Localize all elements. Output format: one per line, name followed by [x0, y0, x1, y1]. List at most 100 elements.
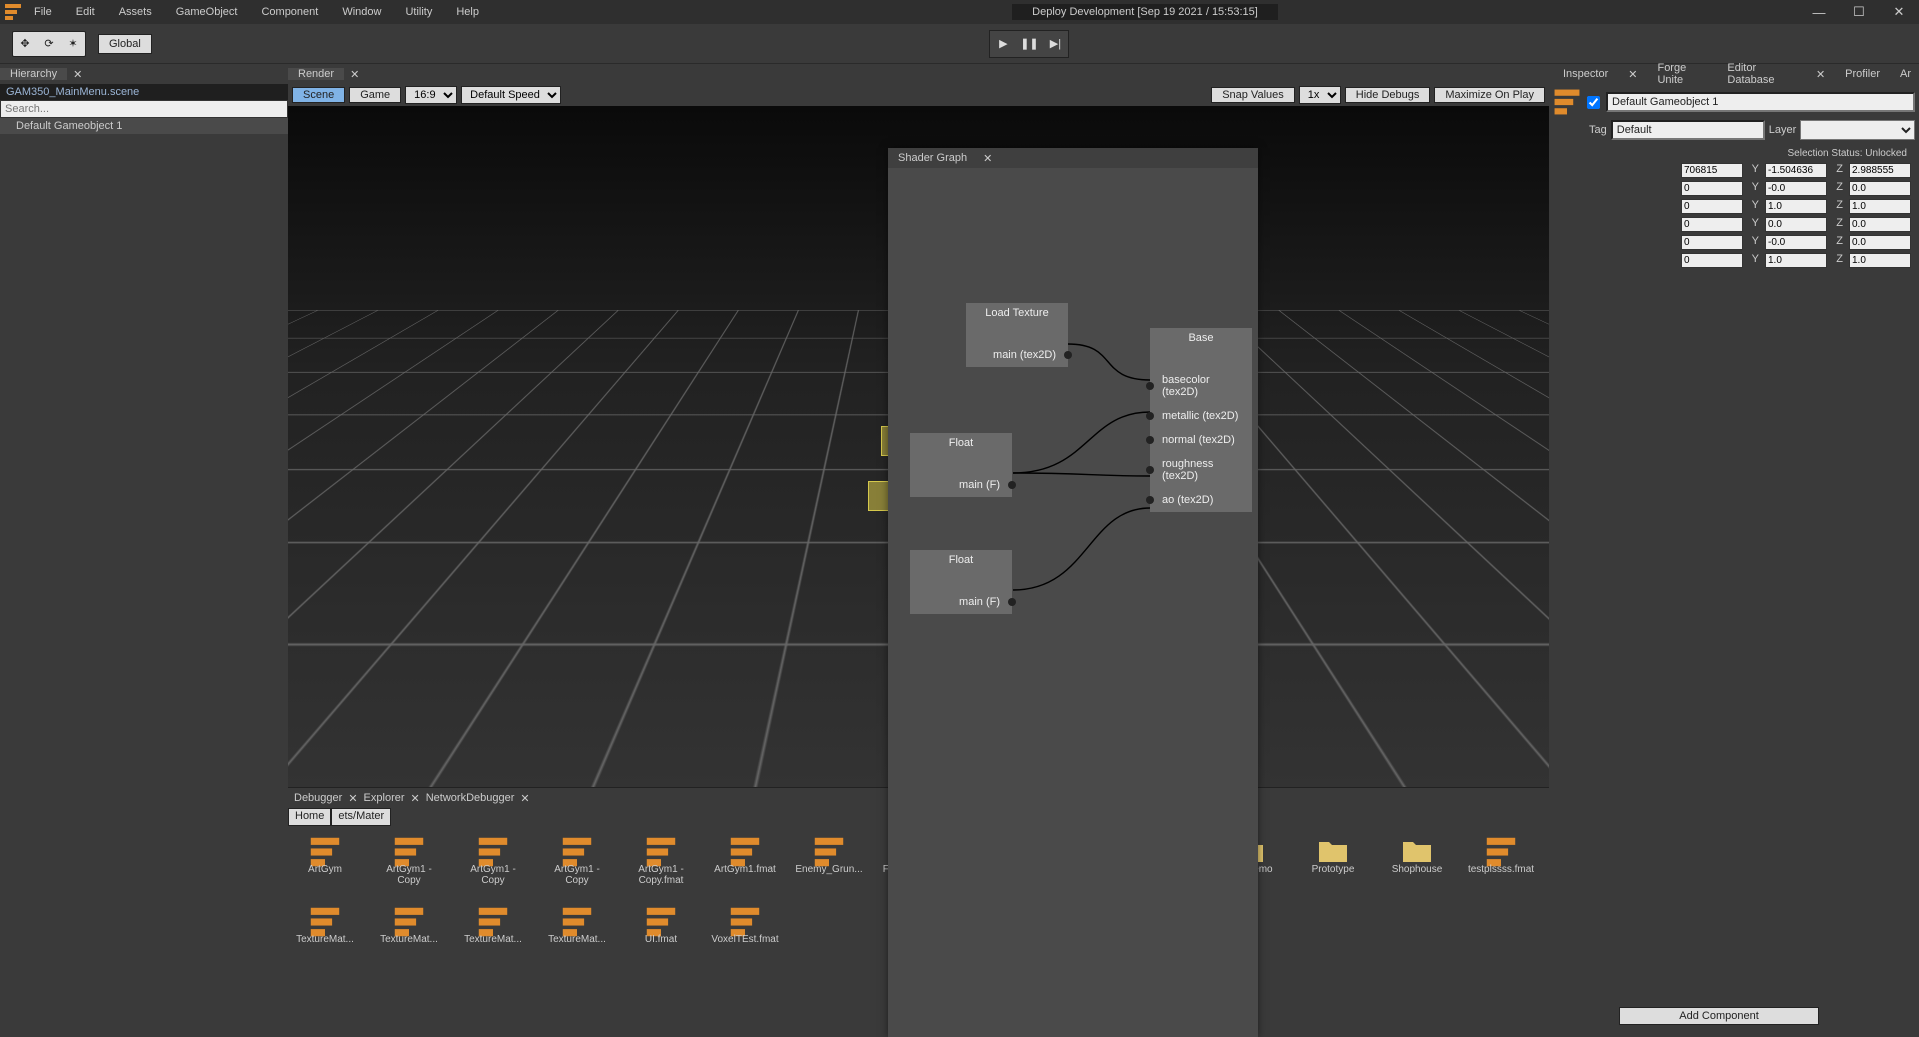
asset-item[interactable]: TextureMat...	[382, 906, 436, 945]
vec-z-input[interactable]	[1849, 217, 1911, 232]
scale-tool-icon[interactable]: ✶	[61, 32, 85, 56]
hierarchy-tab[interactable]: Hierarchy	[0, 68, 67, 80]
menu-edit[interactable]: Edit	[64, 6, 107, 18]
maximize-button[interactable]: ☐	[1839, 4, 1879, 20]
aspect-select[interactable]: 16:9	[405, 86, 457, 104]
vec-z-input[interactable]	[1849, 181, 1911, 196]
output-pin[interactable]	[1008, 598, 1016, 606]
close-icon[interactable]: ✕	[983, 152, 992, 165]
tab-ar[interactable]: Ar	[1892, 68, 1919, 80]
node-output[interactable]: main (F)	[910, 473, 1012, 497]
asset-item[interactable]: ArtGym1 - Copy (2).fmat	[382, 836, 436, 886]
snap-values-button[interactable]: Snap Values	[1211, 87, 1295, 103]
tab-networkdebugger[interactable]: NetworkDebugger	[426, 792, 515, 804]
tab-profiler[interactable]: Profiler	[1837, 68, 1888, 80]
vec-x-input[interactable]	[1681, 181, 1743, 196]
input-pin[interactable]	[1146, 382, 1154, 390]
input-pin[interactable]	[1146, 496, 1154, 504]
node-output[interactable]: main (tex2D)	[966, 343, 1068, 367]
scene-name[interactable]: GAM350_MainMenu.scene	[0, 84, 288, 100]
close-icon[interactable]: ✕	[73, 68, 82, 81]
asset-item[interactable]: Shophouse	[1390, 836, 1444, 886]
vec-y-input[interactable]	[1765, 235, 1827, 250]
game-mode-button[interactable]: Game	[349, 87, 401, 103]
asset-item[interactable]: Prototype	[1306, 836, 1360, 886]
close-icon[interactable]: ✕	[411, 792, 420, 805]
shader-graph-canvas[interactable]: Load Texture main (tex2D) Float main (F)…	[888, 168, 1258, 1037]
coord-space-toggle[interactable]: Global	[98, 34, 152, 54]
node-input[interactable]: basecolor (tex2D)	[1150, 368, 1252, 404]
play-button[interactable]: ▶	[990, 31, 1016, 57]
layer-select[interactable]	[1800, 120, 1915, 140]
asset-item[interactable]: VoxelTEst.fmat	[718, 906, 772, 945]
add-component-button[interactable]: Add Component	[1619, 1007, 1819, 1025]
vec-y-input[interactable]	[1765, 199, 1827, 214]
output-pin[interactable]	[1008, 481, 1016, 489]
input-pin[interactable]	[1146, 436, 1154, 444]
shader-graph-tab[interactable]: Shader Graph	[888, 152, 977, 164]
asset-item[interactable]: Enemy_Grun...	[802, 836, 856, 886]
asset-item[interactable]: TextureMat...	[550, 906, 604, 945]
scene-mode-button[interactable]: Scene	[292, 87, 345, 103]
node-input[interactable]: normal (tex2D)	[1150, 428, 1252, 452]
vec-z-input[interactable]	[1849, 199, 1911, 214]
menu-window[interactable]: Window	[330, 6, 393, 18]
tag-select[interactable]	[1611, 120, 1765, 140]
close-icon[interactable]: ✕	[1808, 68, 1833, 81]
gameobject-active-checkbox[interactable]	[1587, 96, 1600, 109]
asset-item[interactable]: ArtGym1.fmat	[718, 836, 772, 886]
menu-assets[interactable]: Assets	[107, 6, 164, 18]
node-input[interactable]: ao (tex2D)	[1150, 488, 1252, 512]
snap-mult-select[interactable]: 1x	[1299, 86, 1341, 104]
crumb-folder[interactable]: ets/Mater	[331, 808, 391, 826]
output-pin[interactable]	[1064, 351, 1072, 359]
node-output[interactable]: main (F)	[910, 590, 1012, 614]
gameobject-name-input[interactable]	[1606, 92, 1915, 112]
tab-inspector[interactable]: Inspector	[1555, 68, 1616, 80]
vec-z-input[interactable]	[1849, 253, 1911, 268]
vec-x-input[interactable]	[1681, 217, 1743, 232]
asset-item[interactable]: TextureMat...	[466, 906, 520, 945]
input-pin[interactable]	[1146, 466, 1154, 474]
pause-button[interactable]: ❚❚	[1016, 31, 1042, 57]
hierarchy-item[interactable]: Default Gameobject 1	[0, 118, 288, 134]
vec-x-input[interactable]	[1681, 253, 1743, 268]
close-icon[interactable]: ✕	[520, 792, 529, 805]
move-tool-icon[interactable]: ✥	[13, 32, 37, 56]
node-load-texture[interactable]: Load Texture main (tex2D)	[966, 303, 1068, 367]
asset-item[interactable]: ArtGym	[298, 836, 352, 886]
vec-y-input[interactable]	[1765, 181, 1827, 196]
node-input[interactable]: metallic (tex2D)	[1150, 404, 1252, 428]
render-tab[interactable]: Render	[288, 68, 344, 80]
tab-debugger[interactable]: Debugger	[294, 792, 342, 804]
minimize-button[interactable]: —	[1799, 5, 1839, 20]
node-float-2[interactable]: Float main (F)	[910, 550, 1012, 614]
vec-y-input[interactable]	[1765, 217, 1827, 232]
menu-utility[interactable]: Utility	[393, 6, 444, 18]
tab-explorer[interactable]: Explorer	[364, 792, 405, 804]
vec-z-input[interactable]	[1849, 235, 1911, 250]
crumb-home[interactable]: Home	[288, 808, 331, 826]
asset-item[interactable]: ArtGym1 - Copy (4).fmat	[550, 836, 604, 886]
node-float-1[interactable]: Float main (F)	[910, 433, 1012, 497]
menu-gameobject[interactable]: GameObject	[164, 6, 250, 18]
tab-editor-database[interactable]: Editor Database	[1719, 62, 1804, 86]
input-pin[interactable]	[1146, 412, 1154, 420]
node-base[interactable]: Base basecolor (tex2D) metallic (tex2D) …	[1150, 328, 1252, 512]
asset-item[interactable]: testplssss.fmat	[1474, 836, 1528, 886]
rotate-tool-icon[interactable]: ⟳	[37, 32, 61, 56]
asset-item[interactable]: TextureMat...	[298, 906, 352, 945]
vec-x-input[interactable]	[1681, 163, 1743, 178]
vec-x-input[interactable]	[1681, 199, 1743, 214]
node-input[interactable]: roughness (tex2D)	[1150, 452, 1252, 488]
close-icon[interactable]: ✕	[1620, 68, 1645, 81]
close-icon[interactable]: ✕	[350, 68, 359, 81]
speed-select[interactable]: Default Speed	[461, 86, 561, 104]
vec-y-input[interactable]	[1765, 163, 1827, 178]
vec-y-input[interactable]	[1765, 253, 1827, 268]
menu-component[interactable]: Component	[249, 6, 330, 18]
vec-z-input[interactable]	[1849, 163, 1911, 178]
close-button[interactable]: ✕	[1879, 4, 1919, 20]
step-button[interactable]: ▶|	[1042, 31, 1068, 57]
asset-item[interactable]: ArtGym1 - Copy (3).fmat	[466, 836, 520, 886]
